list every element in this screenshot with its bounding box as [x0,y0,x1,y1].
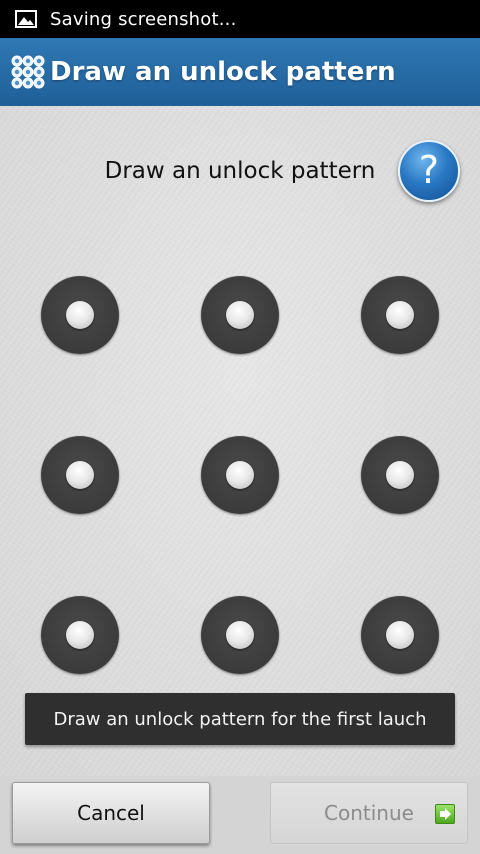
pattern-content: Draw an unlock pattern ? Draw an unlock … [0,106,480,776]
pattern-dot-center [386,301,414,329]
pattern-dot-9[interactable] [361,596,439,674]
pattern-dot-8[interactable] [201,596,279,674]
image-icon [14,9,38,29]
pattern-dot-center [226,301,254,329]
title-bar: Draw an unlock pattern [0,38,480,106]
pattern-dot-center [226,621,254,649]
arrow-right-icon [435,804,455,824]
pattern-dot-3[interactable] [361,276,439,354]
status-bar: Saving screenshot... [0,0,480,38]
pattern-dot-center [386,621,414,649]
pattern-dot-5[interactable] [201,436,279,514]
pattern-dot-center [66,621,94,649]
continue-button[interactable]: Continue [270,782,468,844]
pattern-grid[interactable] [0,106,480,776]
pattern-dot-1[interactable] [41,276,119,354]
pattern-grid-icon [10,54,46,90]
pattern-dot-7[interactable] [41,596,119,674]
pattern-dot-center [66,301,94,329]
page-title: Draw an unlock pattern [50,57,396,87]
pattern-dot-6[interactable] [361,436,439,514]
pattern-dot-4[interactable] [41,436,119,514]
continue-button-label: Continue [324,801,414,825]
toast-message: Draw an unlock pattern for the first lau… [25,693,455,745]
pattern-dot-center [386,461,414,489]
status-notification-text: Saving screenshot... [50,8,237,30]
cancel-button-label: Cancel [77,801,145,825]
pattern-dot-center [226,461,254,489]
cancel-button[interactable]: Cancel [12,782,210,844]
pattern-dot-2[interactable] [201,276,279,354]
button-bar: Cancel Continue [0,776,480,854]
pattern-dot-center [66,461,94,489]
